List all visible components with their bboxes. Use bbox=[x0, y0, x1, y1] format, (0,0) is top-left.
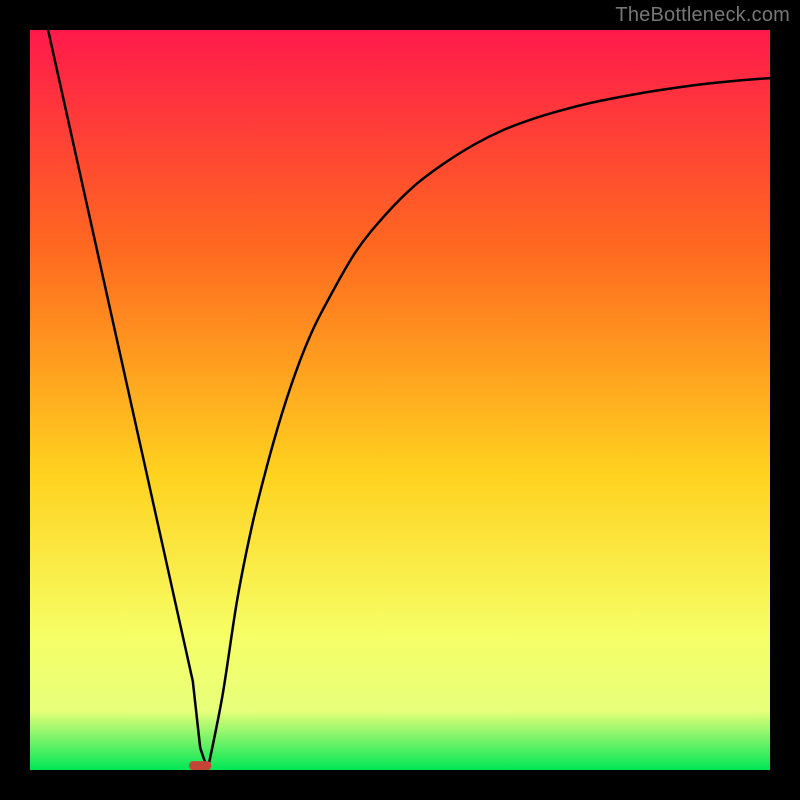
bottleneck-chart bbox=[30, 30, 770, 770]
chart-frame: TheBottleneck.com bbox=[0, 0, 800, 800]
minimum-marker bbox=[189, 761, 211, 770]
watermark-text: TheBottleneck.com bbox=[615, 4, 790, 27]
gradient-background bbox=[30, 30, 770, 770]
